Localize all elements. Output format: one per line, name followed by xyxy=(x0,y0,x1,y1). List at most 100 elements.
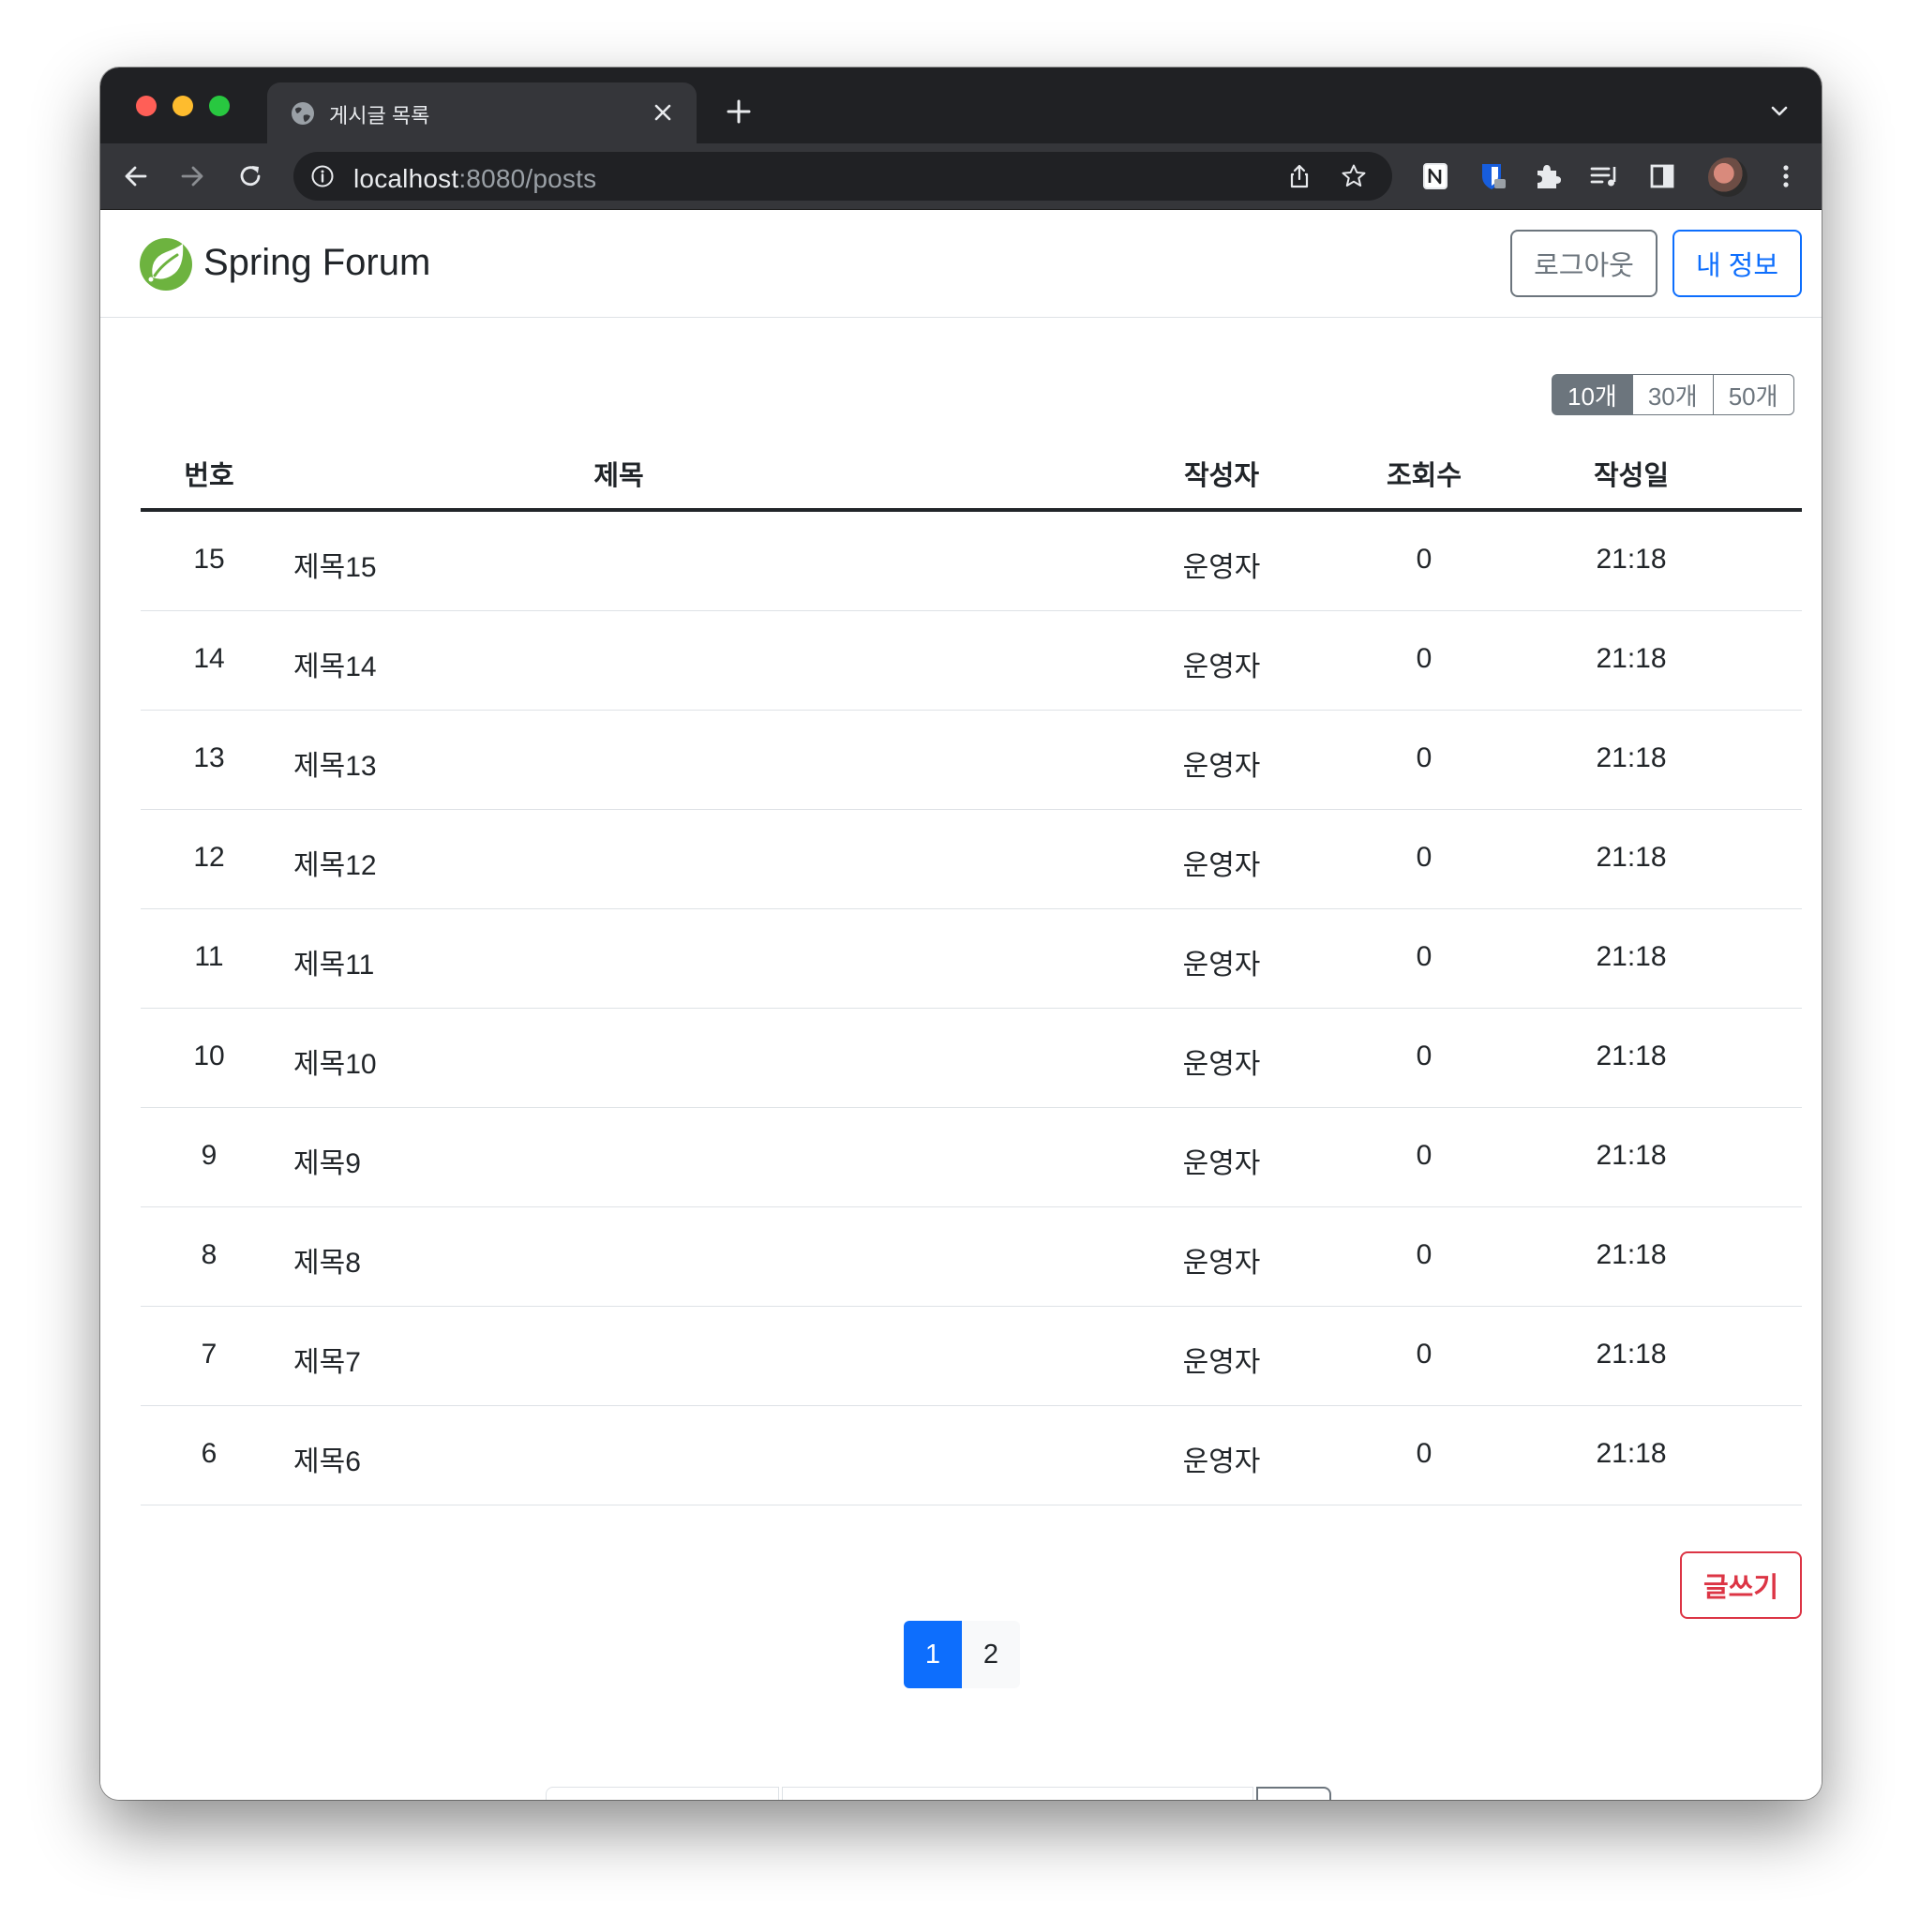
table-row[interactable]: 10 제목10 운영자 0 21:18 xyxy=(141,1009,1802,1108)
post-title-link[interactable]: 제목10 xyxy=(293,1041,377,1082)
bitwarden-extension-icon[interactable] xyxy=(1475,159,1508,193)
post-author: 운영자 xyxy=(1182,1148,1261,1179)
reading-list-icon[interactable] xyxy=(1587,159,1621,193)
write-post-button[interactable]: 글쓰기 xyxy=(1680,1551,1802,1619)
browser-menu-icon[interactable] xyxy=(1769,159,1803,193)
back-icon[interactable] xyxy=(119,159,153,193)
post-author: 운영자 xyxy=(1182,1248,1261,1279)
notion-extension-icon[interactable] xyxy=(1418,159,1452,193)
post-author: 운영자 xyxy=(1182,850,1261,881)
post-author: 운영자 xyxy=(1182,651,1261,682)
post-number: 9 xyxy=(201,1140,218,1171)
url-text: localhost:8080/posts xyxy=(353,164,596,194)
globe-icon xyxy=(292,102,314,125)
web-page: Spring Forum 로그아웃 내 정보 10개 30개 50개 번호 제목… xyxy=(100,210,1822,1800)
post-author: 운영자 xyxy=(1182,950,1261,981)
bookmark-star-icon[interactable] xyxy=(1340,162,1368,190)
post-number: 8 xyxy=(201,1239,218,1270)
post-number: 7 xyxy=(201,1339,218,1370)
post-views: 0 xyxy=(1416,1438,1432,1469)
post-title-link[interactable]: 제목14 xyxy=(293,643,377,684)
page-size-group: 10개 30개 50개 xyxy=(1552,374,1794,415)
url-host: localhost xyxy=(353,164,459,193)
pagination: 1 2 xyxy=(904,1621,1020,1688)
post-date: 21:18 xyxy=(1596,941,1667,972)
spring-leaf-icon xyxy=(140,238,192,291)
post-title-link[interactable]: 제목7 xyxy=(293,1339,361,1380)
close-tab-icon[interactable] xyxy=(646,96,680,129)
post-views: 0 xyxy=(1416,1041,1432,1071)
tab-search-chevron-icon[interactable] xyxy=(1765,97,1793,126)
browser-tab-active[interactable]: 게시글 목록 xyxy=(267,82,697,143)
posts-table-body: 15 제목15 운영자 0 21:18 14 제목14 운영자 0 21:18 … xyxy=(141,512,1802,1505)
forward-icon[interactable] xyxy=(175,159,209,193)
post-date: 21:18 xyxy=(1596,1041,1667,1071)
table-row[interactable]: 9 제목9 운영자 0 21:18 xyxy=(141,1108,1802,1207)
post-title-link[interactable]: 제목15 xyxy=(293,544,377,585)
page-link-1[interactable]: 1 xyxy=(904,1621,962,1688)
post-views: 0 xyxy=(1416,1339,1432,1370)
site-navbar: Spring Forum 로그아웃 내 정보 xyxy=(100,210,1822,318)
column-header-date: 작성일 xyxy=(1593,461,1670,491)
post-number: 15 xyxy=(193,544,225,575)
post-title-link[interactable]: 제목6 xyxy=(293,1438,361,1479)
post-number: 10 xyxy=(193,1041,225,1071)
minimize-window-button[interactable] xyxy=(172,96,193,116)
post-author: 운영자 xyxy=(1182,1049,1261,1080)
tab-strip: 게시글 목록 xyxy=(100,67,1822,143)
site-info-icon[interactable] xyxy=(310,164,335,188)
table-row[interactable]: 11 제목11 운영자 0 21:18 xyxy=(141,909,1802,1009)
column-header-title: 제목 xyxy=(593,461,644,491)
page-link-2[interactable]: 2 xyxy=(962,1621,1020,1688)
reload-icon[interactable] xyxy=(233,159,267,193)
post-date: 21:18 xyxy=(1596,1438,1667,1469)
search-field-select[interactable]: 제목 xyxy=(546,1787,779,1800)
page-size-30[interactable]: 30개 xyxy=(1632,374,1714,415)
post-views: 0 xyxy=(1416,1140,1432,1171)
profile-avatar[interactable] xyxy=(1708,157,1748,197)
table-row[interactable]: 7 제목7 운영자 0 21:18 xyxy=(141,1307,1802,1406)
table-row[interactable]: 12 제목12 운영자 0 21:18 xyxy=(141,810,1802,909)
tab-title: 게시글 목록 xyxy=(329,104,430,127)
post-number: 14 xyxy=(193,643,225,674)
post-title-link[interactable]: 제목12 xyxy=(293,842,377,883)
post-views: 0 xyxy=(1416,544,1432,575)
post-title-link[interactable]: 제목9 xyxy=(293,1140,361,1181)
search-input[interactable] xyxy=(782,1787,1253,1800)
post-views: 0 xyxy=(1416,842,1432,873)
share-icon[interactable] xyxy=(1285,162,1313,190)
brand-name: Spring Forum xyxy=(203,242,431,283)
logout-button[interactable]: 로그아웃 xyxy=(1510,230,1658,297)
post-views: 0 xyxy=(1416,742,1432,773)
page-size-10[interactable]: 10개 xyxy=(1552,374,1633,415)
post-date: 21:18 xyxy=(1596,1339,1667,1370)
post-views: 0 xyxy=(1416,1239,1432,1270)
table-row[interactable]: 6 제목6 운영자 0 21:18 xyxy=(141,1406,1802,1505)
post-date: 21:18 xyxy=(1596,643,1667,674)
table-row[interactable]: 8 제목8 운영자 0 21:18 xyxy=(141,1207,1802,1307)
post-number: 12 xyxy=(193,842,225,873)
post-title-link[interactable]: 제목8 xyxy=(293,1239,361,1281)
side-panel-icon[interactable] xyxy=(1645,159,1679,193)
post-number: 11 xyxy=(194,941,224,972)
new-tab-icon[interactable] xyxy=(723,96,755,127)
table-row[interactable]: 14 제목14 운영자 0 21:18 xyxy=(141,611,1802,711)
address-bar[interactable]: localhost:8080/posts xyxy=(293,152,1392,201)
close-window-button[interactable] xyxy=(136,96,157,116)
page-size-50[interactable]: 50개 xyxy=(1713,374,1794,415)
browser-toolbar: localhost:8080/posts xyxy=(100,143,1822,210)
my-info-button[interactable]: 내 정보 xyxy=(1672,230,1802,297)
post-author: 운영자 xyxy=(1182,1446,1261,1477)
post-author: 운영자 xyxy=(1182,751,1261,782)
post-date: 21:18 xyxy=(1596,842,1667,873)
column-header-number: 번호 xyxy=(184,461,234,491)
table-row[interactable]: 13 제목13 운영자 0 21:18 xyxy=(141,711,1802,810)
post-title-link[interactable]: 제목13 xyxy=(293,742,377,784)
post-date: 21:18 xyxy=(1596,544,1667,575)
post-title-link[interactable]: 제목11 xyxy=(293,941,374,982)
extensions-puzzle-icon[interactable] xyxy=(1531,159,1565,193)
search-button[interactable] xyxy=(1256,1787,1331,1800)
zoom-window-button[interactable] xyxy=(209,96,230,116)
post-author: 운영자 xyxy=(1182,1347,1261,1378)
table-row[interactable]: 15 제목15 운영자 0 21:18 xyxy=(141,512,1802,611)
